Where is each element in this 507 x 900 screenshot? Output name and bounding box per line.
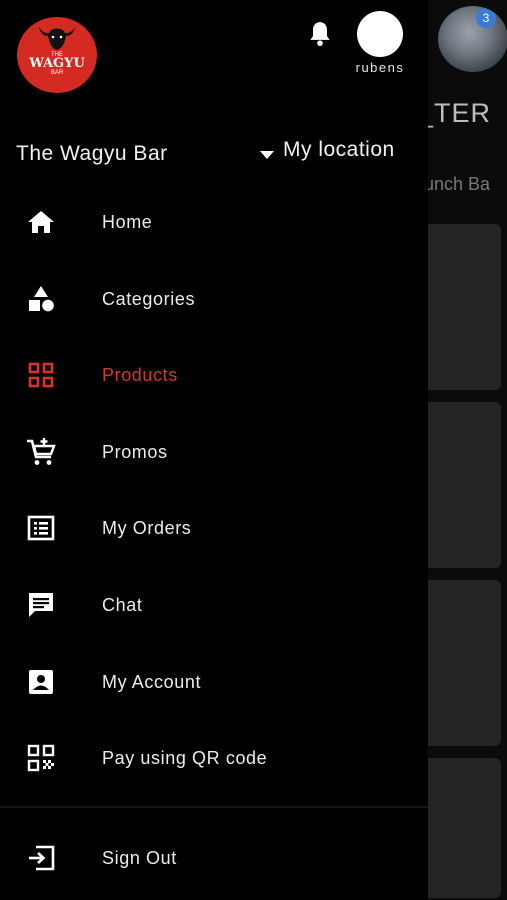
menu-item-promos[interactable]: Promos xyxy=(0,414,428,490)
sign-out-icon xyxy=(26,843,56,873)
logo-text: WAGYU xyxy=(29,56,85,71)
navigation-drawer: THE WAGYU BAR rubens The Wagyu Bar My lo… xyxy=(0,0,428,900)
menu-item-label: Products xyxy=(102,364,178,385)
store-avatar[interactable]: 3 xyxy=(438,6,507,72)
sign-out-button[interactable]: Sign Out xyxy=(0,820,428,896)
menu-item-label: My Account xyxy=(102,671,202,692)
background-title: _TER xyxy=(418,98,492,128)
sign-out-label: Sign Out xyxy=(102,847,177,868)
background-card[interactable] xyxy=(418,758,501,898)
store-selector[interactable]: The Wagyu Bar xyxy=(16,138,274,170)
user-avatar[interactable] xyxy=(357,11,403,57)
background-card[interactable] xyxy=(418,580,501,746)
menu-item-my-orders[interactable]: My Orders xyxy=(0,490,428,566)
list-icon xyxy=(26,513,56,543)
cart-plus-icon xyxy=(26,437,56,467)
bull-head-icon xyxy=(39,27,75,50)
chat-icon xyxy=(26,590,56,620)
menu-item-my-account[interactable]: My Account xyxy=(0,644,428,720)
location-selector[interactable]: My location xyxy=(283,138,395,162)
menu-item-label: My Orders xyxy=(102,517,192,538)
menu-item-home[interactable]: Home xyxy=(0,184,428,260)
menu-item-products[interactable]: Products xyxy=(0,337,428,413)
grid-icon xyxy=(26,360,56,390)
background-card[interactable] xyxy=(418,224,501,390)
store-name: The Wagyu Bar xyxy=(16,142,168,165)
qr-code-icon xyxy=(26,743,56,773)
menu-item-label: Pay using QR code xyxy=(102,747,268,768)
menu-item-pay-qr[interactable]: Pay using QR code xyxy=(0,720,428,796)
chevron-down-icon xyxy=(260,151,274,159)
bell-icon[interactable] xyxy=(307,20,333,48)
menu-item-categories[interactable]: Categories xyxy=(0,261,428,337)
menu-divider xyxy=(0,806,428,808)
menu-item-label: Home xyxy=(102,211,153,232)
categories-icon xyxy=(26,284,56,314)
account-box-icon xyxy=(26,667,56,697)
menu-item-label: Categories xyxy=(102,288,196,309)
background-subtitle: unch Ba xyxy=(424,174,491,194)
logo-small-text-bottom: BAR xyxy=(50,70,64,76)
home-icon xyxy=(26,207,56,237)
menu-item-label: Chat xyxy=(102,594,143,615)
notification-count-badge: 3 xyxy=(476,8,496,28)
wagyu-bar-logo: THE WAGYU BAR xyxy=(17,17,97,93)
menu-item-label: Promos xyxy=(102,441,168,462)
username: rubens xyxy=(355,60,405,75)
menu-item-chat[interactable]: Chat xyxy=(0,567,428,643)
background-card[interactable] xyxy=(418,402,501,568)
